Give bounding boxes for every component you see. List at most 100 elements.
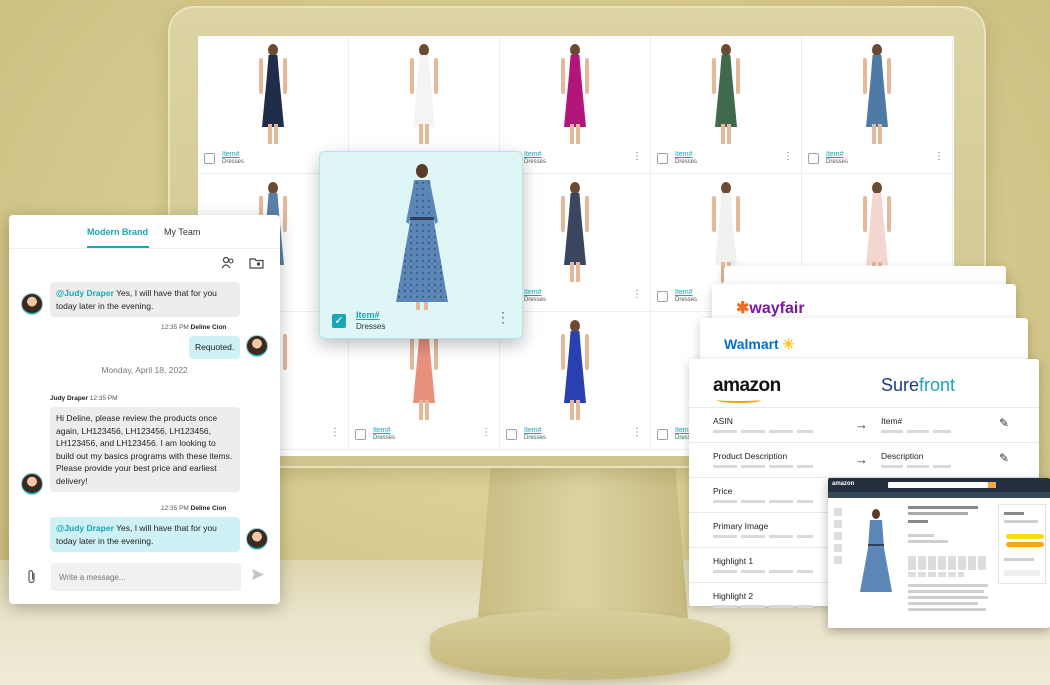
figure-head xyxy=(268,44,278,56)
mention[interactable]: @Judy Draper xyxy=(56,523,114,533)
buy-now-button xyxy=(1006,542,1044,547)
source-field-label: Highlight 1 xyxy=(713,556,754,566)
product-image xyxy=(530,180,620,284)
product-category: Dresses xyxy=(524,435,547,441)
dress-shape xyxy=(262,55,284,127)
product-name-link[interactable]: Item# xyxy=(826,151,844,158)
variant-swatches xyxy=(908,556,988,570)
select-checkbox[interactable] xyxy=(657,429,668,440)
dress-figure xyxy=(555,44,595,144)
more-options-icon[interactable]: ⋮ xyxy=(783,152,793,162)
walmart-label: Walmart xyxy=(724,336,779,352)
figure-arm xyxy=(736,58,740,94)
select-checkbox[interactable] xyxy=(204,153,215,164)
product-name-link[interactable]: Item# xyxy=(675,151,693,158)
product-name-link[interactable]: Item# xyxy=(675,289,693,296)
edit-pencil-icon[interactable]: ✎ xyxy=(999,416,1009,430)
walmart-logo: Walmart ✳ xyxy=(724,336,794,353)
figure-arm xyxy=(259,58,263,94)
more-options-icon[interactable]: ⋮ xyxy=(481,428,491,438)
avatar xyxy=(246,335,268,357)
text-line xyxy=(1004,512,1024,515)
active-tab-indicator xyxy=(87,246,149,248)
dress-shape xyxy=(715,193,737,265)
folder-icon[interactable] xyxy=(249,257,264,272)
product-category: Dresses xyxy=(524,297,547,303)
more-options-icon[interactable]: ⋮ xyxy=(496,310,510,324)
edit-pencil-icon[interactable]: ✎ xyxy=(999,451,1009,465)
product-category: Dresses xyxy=(222,159,245,165)
search-input xyxy=(888,482,988,488)
select-checkbox[interactable] xyxy=(657,153,668,164)
product-name-link[interactable]: Item# xyxy=(524,427,542,434)
product-tile[interactable]: Item#Dresses ⋮ xyxy=(802,36,953,174)
figure-arm xyxy=(585,334,589,370)
placeholder-lines xyxy=(713,465,813,468)
dress-figure xyxy=(706,44,746,144)
thumbnail xyxy=(834,532,842,540)
placeholder-lines xyxy=(713,430,813,433)
figure-arm xyxy=(585,196,589,232)
tab-modern-brand[interactable]: Modern Brand xyxy=(87,227,148,237)
wayfair-star-icon: ✱ xyxy=(736,300,750,317)
product-category: Dresses xyxy=(826,159,849,165)
product-name-link[interactable]: Item# xyxy=(222,151,240,158)
text-line xyxy=(908,534,934,537)
chat-message: Requoted. xyxy=(189,336,241,359)
dress-figure xyxy=(253,44,293,144)
select-checkbox[interactable] xyxy=(506,429,517,440)
figure-arm xyxy=(585,58,589,94)
figure-arm xyxy=(863,58,867,94)
placeholder-lines xyxy=(713,605,813,608)
message-meta: Judy Draper 12:35 PM xyxy=(50,395,118,402)
mention[interactable]: @Judy Draper xyxy=(56,288,114,298)
figure-legs xyxy=(570,262,580,282)
tile-footer: Item#Dresses ⋮ xyxy=(506,151,644,167)
more-options-icon[interactable]: ⋮ xyxy=(632,428,642,438)
figure-arm xyxy=(712,196,716,232)
wayfair-label: wayfair xyxy=(749,300,805,317)
more-options-icon[interactable]: ⋮ xyxy=(330,428,340,438)
source-field-label: Primary Image xyxy=(713,521,769,531)
send-icon[interactable] xyxy=(251,568,265,584)
product-name-link[interactable]: Item# xyxy=(373,427,391,434)
product-name-link[interactable]: Item# xyxy=(524,289,542,296)
select-checkbox[interactable] xyxy=(808,153,819,164)
figure-head xyxy=(570,320,580,332)
figure-arm xyxy=(736,196,740,232)
product-name-link[interactable]: Item# xyxy=(356,310,380,320)
figure-arm xyxy=(283,334,287,370)
product-tile[interactable]: Item#Dresses ⋮ xyxy=(500,36,651,174)
date-separator: Monday, April 18, 2022 xyxy=(101,365,188,375)
chat-tabs: Modern Brand My Team xyxy=(9,215,280,249)
product-image xyxy=(530,318,620,422)
product-name-link[interactable]: Item# xyxy=(524,151,542,158)
select-checkbox[interactable] xyxy=(355,429,366,440)
figure-legs xyxy=(419,124,429,144)
tile-footer: Item#Dresses ⋮ xyxy=(506,289,644,305)
select-checkbox[interactable] xyxy=(657,291,668,302)
dress-shape xyxy=(866,193,888,265)
more-options-icon[interactable]: ⋮ xyxy=(632,152,642,162)
product-tile[interactable]: Item#Dresses ⋮ xyxy=(651,36,802,174)
product-category: Dresses xyxy=(675,159,698,165)
figure-arm xyxy=(561,196,565,232)
product-image xyxy=(379,42,469,146)
more-options-icon[interactable]: ⋮ xyxy=(934,152,944,162)
product-image xyxy=(228,42,318,146)
selected-product-card[interactable]: ✓ Item# Dresses ⋮ xyxy=(319,151,523,339)
figure-arm xyxy=(887,58,891,94)
attachment-icon[interactable] xyxy=(27,569,37,587)
dress-shape xyxy=(564,193,586,265)
message-sender: Deline Cion xyxy=(190,505,227,512)
avatar xyxy=(21,293,43,315)
tab-my-team[interactable]: My Team xyxy=(164,227,200,237)
more-options-icon[interactable]: ⋮ xyxy=(632,290,642,300)
selected-checkbox[interactable]: ✓ xyxy=(332,314,346,328)
thumbnail xyxy=(834,556,842,564)
message-input[interactable] xyxy=(51,563,241,591)
chat-message: @Judy Draper Yes, I will have that for y… xyxy=(50,282,240,317)
figure-head xyxy=(872,182,882,194)
participants-icon[interactable] xyxy=(221,256,235,272)
figure-arm xyxy=(887,196,891,232)
